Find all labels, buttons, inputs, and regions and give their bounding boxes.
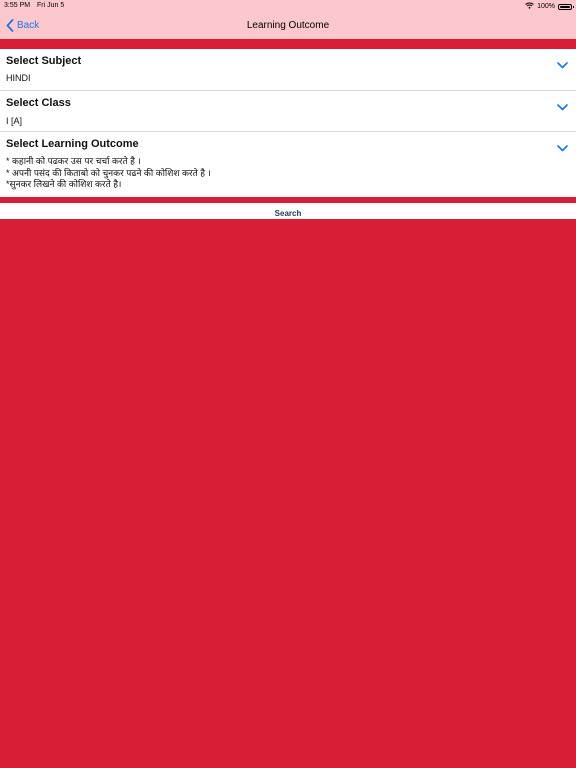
- select-subject-title: Select Subject: [6, 55, 82, 67]
- navigation-bar: Back Learning Outcome: [0, 12, 576, 39]
- selected-class-value: I [A]: [6, 116, 23, 126]
- selected-subject-value: HINDI: [6, 73, 31, 83]
- search-button[interactable]: Search: [0, 203, 576, 219]
- status-bar: 3:55 PM Fri Jun 5 100%: [0, 0, 576, 12]
- outcome-line: *सुनकर लिखने की कोशिश करते है।: [6, 179, 122, 189]
- empty-content-area: [0, 219, 576, 768]
- select-learning-outcome-title: Select Learning Outcome: [6, 138, 139, 150]
- search-button-label: Search: [274, 209, 302, 218]
- status-time: 3:55 PM: [4, 2, 31, 9]
- page-title: Learning Outcome: [246, 20, 330, 31]
- chevron-down-icon[interactable]: [557, 56, 568, 74]
- outcome-line: * कहानी को पढकर उस पर चर्चा करते है ।: [6, 156, 141, 166]
- outcome-line: * अपनी पसंद की किताबो को चुनकर पढने की क…: [6, 167, 211, 178]
- chevron-down-icon[interactable]: [557, 98, 568, 116]
- battery-percent: 100%: [537, 3, 555, 10]
- select-learning-outcome-row[interactable]: Select Learning Outcome * कहानी को पढकर …: [0, 132, 576, 197]
- battery-icon: [558, 3, 574, 10]
- select-class-row[interactable]: Select Class I [A]: [0, 91, 576, 132]
- header-divider: [0, 39, 576, 49]
- chevron-down-icon[interactable]: [557, 139, 568, 157]
- wifi-icon: [525, 2, 534, 11]
- selected-outcomes-list: * कहानी को पढकर उस पर चर्चा करते है । * …: [6, 156, 211, 191]
- status-date: Fri Jun 5: [37, 2, 65, 9]
- status-right: 100%: [525, 2, 574, 11]
- select-class-title: Select Class: [6, 97, 71, 109]
- select-subject-row[interactable]: Select Subject HINDI: [0, 49, 576, 91]
